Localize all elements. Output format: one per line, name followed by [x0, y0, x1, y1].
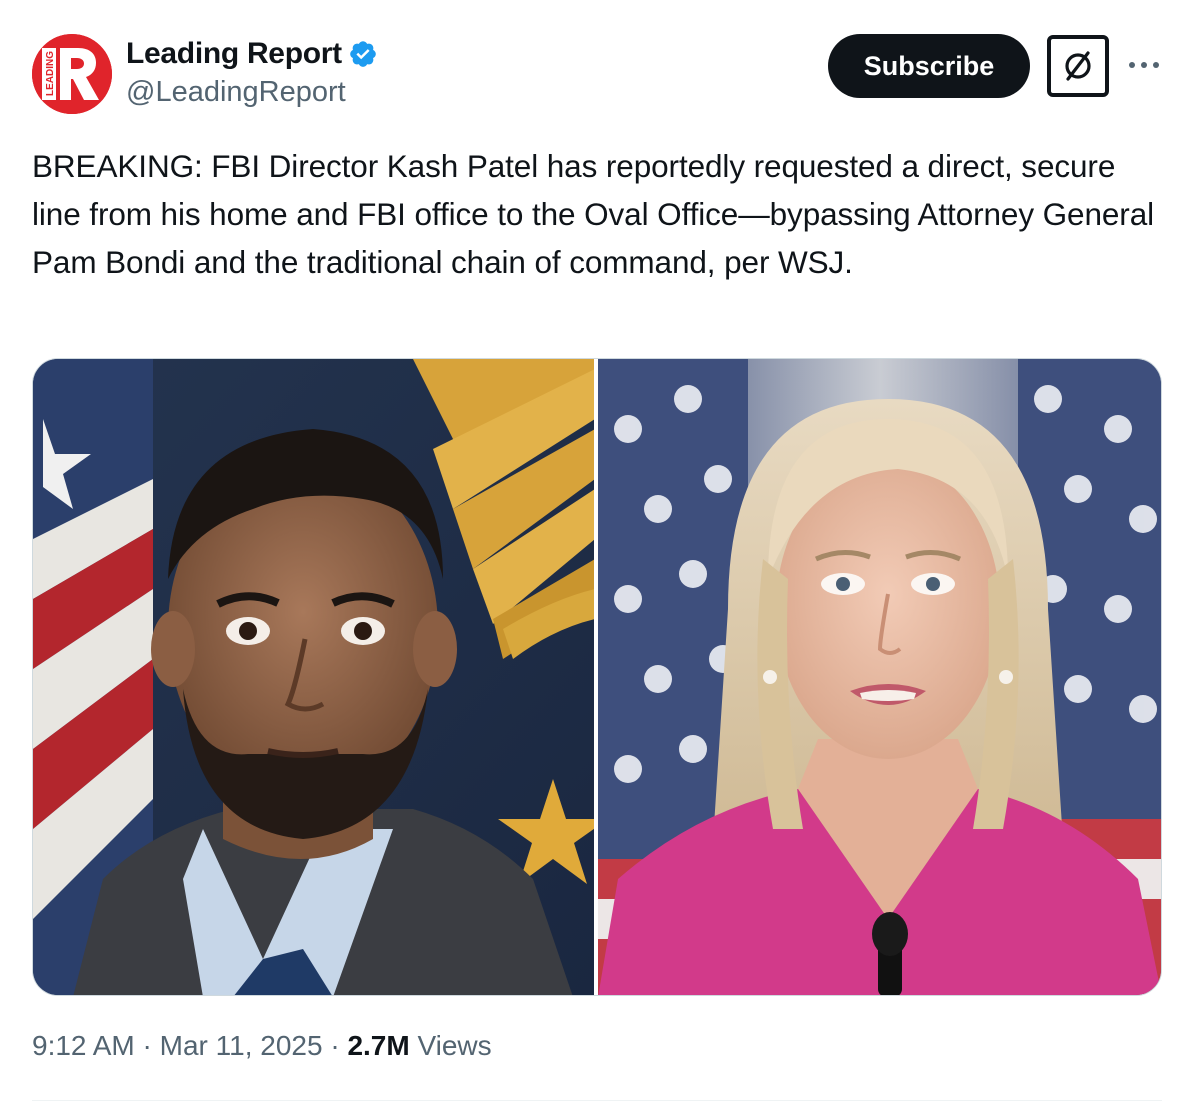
avatar[interactable]: LEADING: [32, 34, 112, 114]
author-display-name[interactable]: Leading Report: [126, 37, 342, 71]
grok-icon: [1065, 51, 1091, 81]
verified-badge-icon: [350, 41, 376, 67]
more-options-button[interactable]: [1126, 50, 1162, 80]
leading-report-logo: LEADING: [32, 34, 112, 114]
author-name-row[interactable]: Leading Report: [126, 36, 378, 72]
svg-text:LEADING: LEADING: [45, 51, 56, 96]
meta-separator: ·: [134, 1030, 160, 1061]
media-image-1[interactable]: [33, 359, 594, 995]
media-image-2[interactable]: [598, 359, 1161, 995]
man-portrait-photo: [33, 359, 594, 995]
views-label: Views: [409, 1030, 492, 1061]
woman-portrait-photo: [598, 359, 1161, 995]
tweet-time[interactable]: 9:12 AM: [32, 1030, 135, 1062]
tweet-meta: 9:12 AM · Mar 11, 2025 · 2.7M Views: [32, 1030, 492, 1062]
meta-separator: ·: [322, 1030, 348, 1061]
tweet-media[interactable]: [32, 358, 1162, 996]
grok-button[interactable]: [1047, 35, 1109, 97]
divider: [32, 1100, 1162, 1101]
views-count: 2.7M: [347, 1030, 410, 1061]
subscribe-button[interactable]: Subscribe: [828, 34, 1030, 98]
more-horizontal-icon: [1129, 62, 1159, 68]
tweet-date[interactable]: Mar 11, 2025: [160, 1030, 323, 1062]
tweet-text: BREAKING: FBI Director Kash Patel has re…: [32, 148, 1155, 280]
author-handle[interactable]: @LeadingReport: [126, 76, 346, 109]
